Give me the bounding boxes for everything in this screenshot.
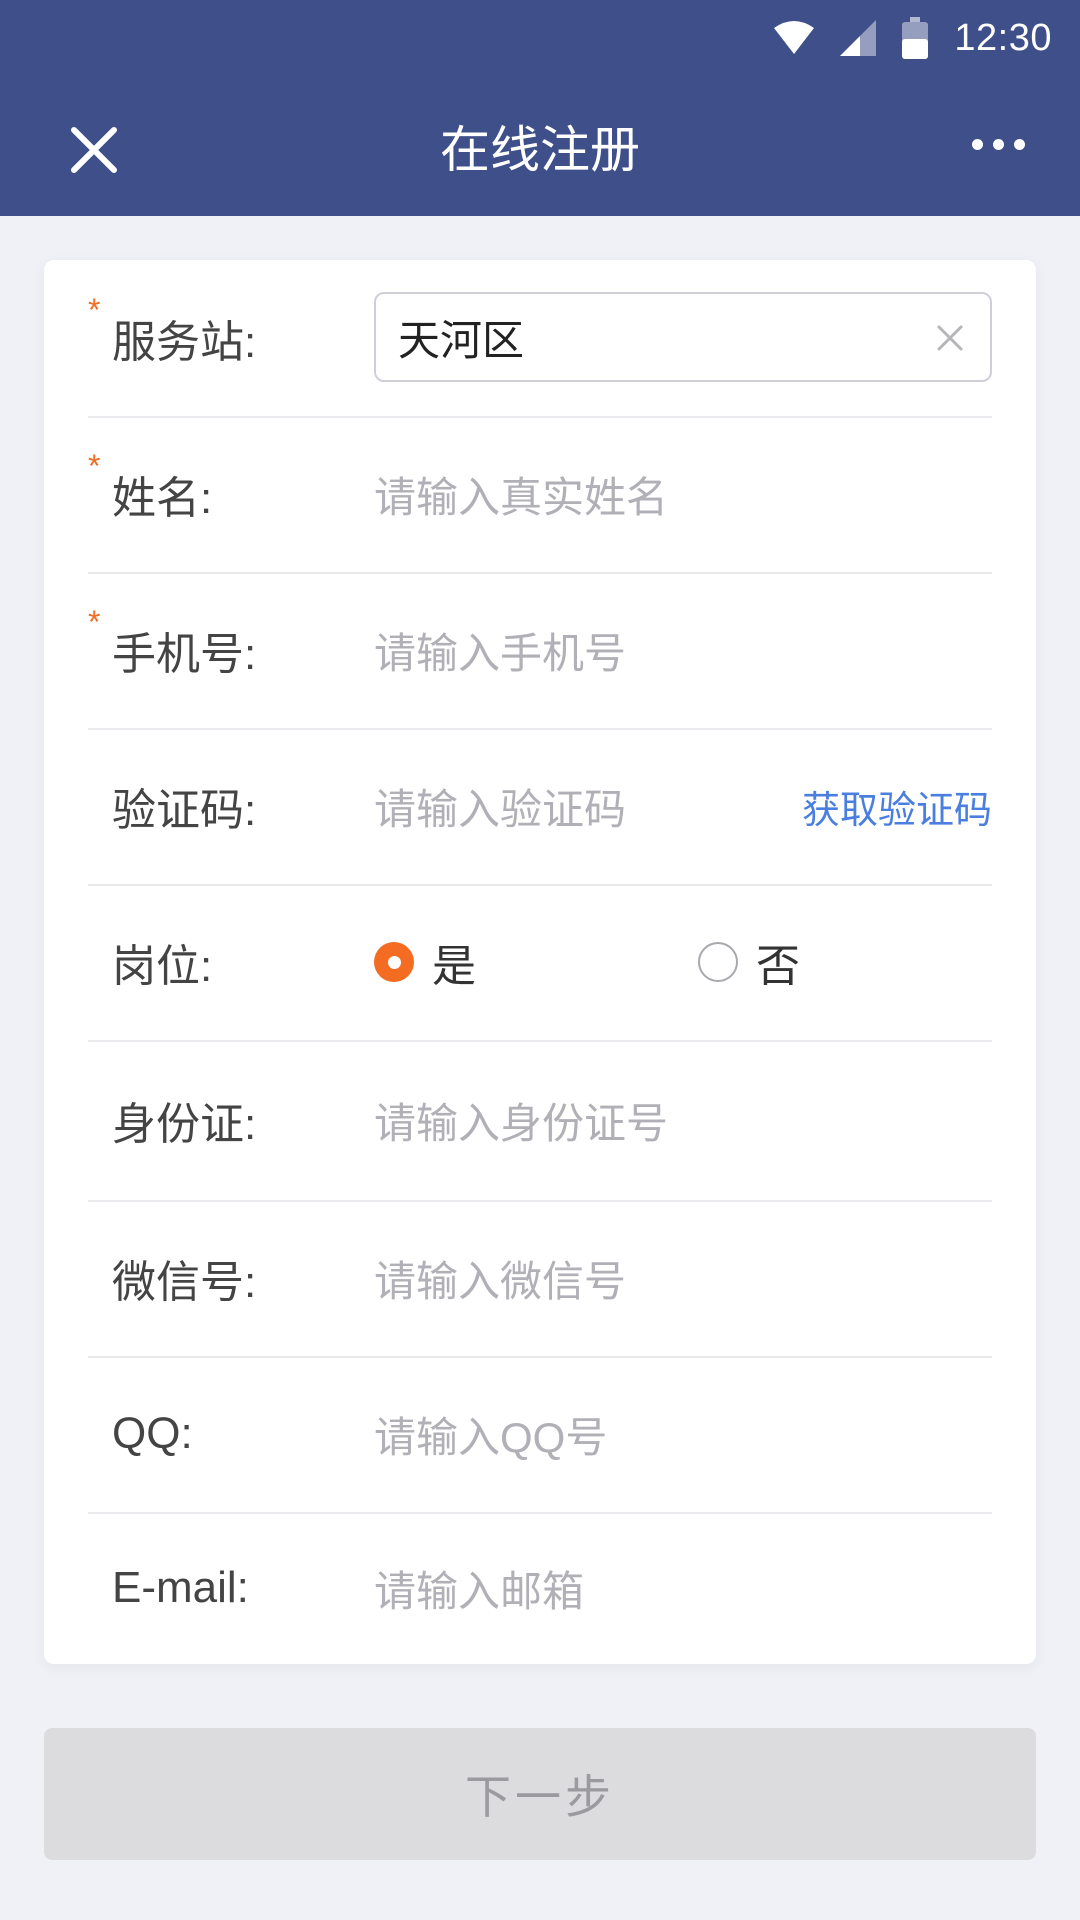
page-title: 在线注册 [440,122,640,178]
form-row-email: E-mail: 请输入邮箱 [88,1512,992,1664]
name-placeholder: 请输入真实姓名 [374,473,669,521]
verification-code-label: 验证码: [112,786,257,835]
battery-icon [902,17,929,59]
service-station-label: 服务站: [112,318,257,367]
qq-placeholder: 请输入QQ号 [374,1413,608,1461]
position-option-yes[interactable]: 是 [374,884,476,1040]
form-row-service-station: * 服务站: 天河区 [88,260,992,418]
position-option-no-label: 否 [756,942,800,991]
id-card-input[interactable]: 请输入身份证号 [374,1040,992,1200]
id-card-label: 身份证: [112,1100,257,1149]
phone-placeholder: 请输入手机号 [374,629,627,677]
wechat-input[interactable]: 请输入微信号 [374,1200,992,1356]
form-row-qq: QQ: 请输入QQ号 [88,1356,992,1514]
more-dot-icon [1013,138,1025,150]
form-row-wechat: 微信号: 请输入微信号 [88,1200,992,1358]
app-bar: 12:30 在线注册 [0,0,1080,216]
more-dot-icon [971,138,983,150]
clear-icon [937,325,963,351]
email-label: E-mail: [112,1563,249,1612]
status-time: 12:30 [954,16,1052,59]
email-input[interactable]: 请输入邮箱 [374,1512,992,1664]
phone-label: 手机号: [112,630,257,679]
service-station-value: 天河区 [398,316,525,364]
service-station-select[interactable]: 天河区 [374,292,992,382]
position-option-yes-label: 是 [432,942,476,991]
position-label: 岗位: [112,942,213,991]
wifi-icon [774,20,815,56]
wechat-placeholder: 请输入微信号 [374,1257,627,1305]
phone-input[interactable]: 请输入手机号 [374,572,992,728]
more-dot-icon [992,138,1004,150]
form-row-position: 岗位: 是 否 [88,884,992,1042]
radio-selected-icon [374,942,414,982]
name-label: 姓名: [112,474,213,523]
clear-button[interactable] [930,318,970,358]
form-row-name: * 姓名: 请输入真实姓名 [88,416,992,574]
radio-unselected-icon [698,942,738,982]
required-mark: * [88,448,101,484]
status-bar: 12:30 [774,14,1052,62]
form-row-phone: * 手机号: 请输入手机号 [88,572,992,730]
required-mark: * [88,292,101,328]
get-code-link[interactable]: 获取验证码 [802,728,992,884]
next-step-button[interactable]: 下一步 [44,1728,1036,1860]
cell-signal-icon [840,20,877,56]
registration-form: * 服务站: 天河区 * 姓名: 请输入真实姓名 * 手机号: 请输入手机号 验… [44,260,1036,1664]
wechat-label: 微信号: [112,1258,257,1307]
qq-label: QQ: [112,1409,193,1458]
more-button[interactable] [960,112,1036,176]
name-input[interactable]: 请输入真实姓名 [374,416,992,572]
form-row-id-card: 身份证: 请输入身份证号 [88,1040,992,1202]
qq-input[interactable]: 请输入QQ号 [374,1356,992,1512]
email-placeholder: 请输入邮箱 [374,1567,585,1615]
verification-code-input[interactable]: 请输入验证码 [374,728,792,884]
position-option-no[interactable]: 否 [698,884,800,1040]
required-mark: * [88,604,101,640]
verification-code-placeholder: 请输入验证码 [374,785,627,833]
form-row-verification-code: 验证码: 请输入验证码 获取验证码 [88,728,992,886]
id-card-placeholder: 请输入身份证号 [374,1099,669,1147]
